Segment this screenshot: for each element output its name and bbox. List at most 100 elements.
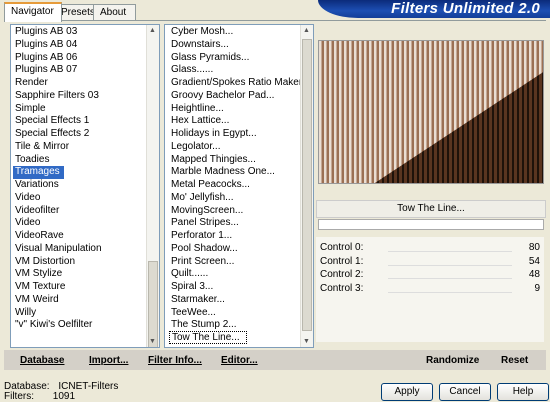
category-scroll-thumb[interactable] <box>148 261 158 347</box>
category-row[interactable]: VM Weird <box>13 293 145 306</box>
filter-item[interactable]: Heightline... <box>169 103 224 114</box>
category-row[interactable]: Willy <box>13 306 145 319</box>
filter-row[interactable]: Glass Pyramids... <box>169 51 297 64</box>
filter-row[interactable]: Tow The Line... <box>169 331 297 344</box>
filter-row[interactable]: Quilt...... <box>169 267 297 280</box>
control-row[interactable]: Control 1: 54 <box>318 256 542 268</box>
filter-list[interactable]: Cyber Mosh... Downstairs... Glass Pyramids… <box>164 24 314 348</box>
import-button[interactable]: Import... <box>89 354 128 368</box>
filter-item[interactable]: Spiral 3... <box>169 281 213 292</box>
control-slider[interactable] <box>388 278 512 279</box>
category-item[interactable]: VM Stylize <box>13 268 62 279</box>
category-row[interactable]: Variations <box>13 178 145 191</box>
category-row[interactable]: Plugins AB 03 <box>13 25 145 38</box>
category-row[interactable]: Plugins AB 04 <box>13 38 145 51</box>
category-row[interactable]: Visual Manipulation <box>13 242 145 255</box>
category-item[interactable]: Plugins AB 07 <box>13 64 77 75</box>
filter-scroll-thumb[interactable] <box>302 39 312 331</box>
category-row[interactable]: Plugins AB 06 <box>13 51 145 64</box>
filter-item[interactable]: The Stump 2... <box>169 319 237 330</box>
category-item[interactable]: "v" Kiwi's Oelfilter <box>13 319 92 330</box>
category-item[interactable]: Video <box>13 217 40 228</box>
category-row[interactable]: Video <box>13 191 145 204</box>
category-row[interactable]: Sapphire Filters 03 <box>13 89 145 102</box>
reset-button[interactable]: Reset <box>501 354 528 368</box>
editor-button[interactable]: Editor... <box>221 354 258 368</box>
filter-row[interactable]: Panel Stripes... <box>169 216 297 229</box>
control-row[interactable]: Control 2: 48 <box>318 269 542 281</box>
filter-item[interactable]: Hex Lattice... <box>169 115 229 126</box>
category-list[interactable]: Plugins AB 03 Plugins AB 04 Plugins AB 06 P… <box>10 24 160 348</box>
filter-row[interactable]: Metal Peacocks... <box>169 178 297 191</box>
control-slider[interactable] <box>388 251 512 252</box>
category-row[interactable]: Render <box>13 76 145 89</box>
filter-item[interactable]: Glass...... <box>169 64 213 75</box>
filter-row[interactable]: Print Screen... <box>169 255 297 268</box>
category-item[interactable]: VM Texture <box>13 281 65 292</box>
category-item[interactable]: Special Effects 2 <box>13 128 89 139</box>
filter-item[interactable]: Perforator 1... <box>169 230 232 241</box>
filter-item[interactable]: Legolator... <box>169 141 220 152</box>
filter-row[interactable]: Perforator 1... <box>169 229 297 242</box>
filter-row[interactable]: Starmaker... <box>169 293 297 306</box>
control-slider[interactable] <box>388 264 512 266</box>
filter-item[interactable]: Marble Madness One... <box>169 166 275 177</box>
category-item[interactable]: Toadies <box>13 154 49 165</box>
filter-item[interactable]: Groovy Bachelor Pad... <box>169 90 274 101</box>
category-item[interactable]: Special Effects 1 <box>13 115 89 126</box>
scroll-down-icon[interactable]: ▼ <box>149 338 156 345</box>
category-row[interactable]: Special Effects 1 <box>13 114 145 127</box>
category-item[interactable]: Videofilter <box>13 205 59 216</box>
filter-row[interactable]: TeeWee... <box>169 306 297 319</box>
control-value[interactable]: 80 <box>529 242 540 254</box>
help-button[interactable]: Help <box>497 383 549 401</box>
filter-row[interactable]: Marble Madness One... <box>169 165 297 178</box>
category-row[interactable]: VM Texture <box>13 280 145 293</box>
category-item[interactable]: VM Weird <box>13 294 59 305</box>
cancel-button[interactable]: Cancel <box>439 383 491 401</box>
filter-row[interactable]: Heightline... <box>169 102 297 115</box>
scroll-up-icon[interactable]: ▲ <box>149 27 156 34</box>
tab-about[interactable]: About <box>93 4 136 20</box>
category-row[interactable]: Video <box>13 216 145 229</box>
filter-item[interactable]: Print Screen... <box>169 256 234 267</box>
category-item[interactable]: Plugins AB 04 <box>13 39 77 50</box>
filter-item[interactable]: Panel Stripes... <box>169 217 239 228</box>
category-item[interactable]: Sapphire Filters 03 <box>13 90 99 101</box>
filter-row[interactable]: Downstairs... <box>169 38 297 51</box>
category-row[interactable]: Toadies <box>13 153 145 166</box>
category-row[interactable]: Simple <box>13 102 145 115</box>
tab-navigator[interactable]: Navigator <box>4 2 62 22</box>
filter-item[interactable]: Mo' Jellyfish... <box>169 192 233 203</box>
category-item[interactable]: Tile & Mirror <box>13 141 69 152</box>
filter-item[interactable]: Quilt...... <box>169 268 208 279</box>
category-item[interactable]: Visual Manipulation <box>13 243 102 254</box>
category-row[interactable]: VM Distortion <box>13 255 145 268</box>
category-item[interactable]: Variations <box>13 179 59 190</box>
category-item[interactable]: Render <box>13 77 48 88</box>
filter-item[interactable]: Glass Pyramids... <box>169 52 249 63</box>
scroll-up-icon[interactable]: ▲ <box>303 27 310 34</box>
control-row[interactable]: Control 3: 9 <box>318 283 542 295</box>
filter-row[interactable]: Mapped Thingies... <box>169 153 297 166</box>
control-slider[interactable] <box>388 291 512 293</box>
category-item[interactable]: Plugins AB 06 <box>13 52 77 63</box>
scroll-down-icon[interactable]: ▼ <box>303 338 310 345</box>
category-item[interactable]: VM Distortion <box>13 256 75 267</box>
category-row[interactable]: Tile & Mirror <box>13 140 145 153</box>
category-row[interactable]: "v" Kiwi's Oelfilter <box>13 318 145 331</box>
preview-zoom-slider[interactable] <box>318 219 544 230</box>
category-item[interactable]: VideoRave <box>13 230 64 241</box>
filter-row[interactable]: Legolator... <box>169 140 297 153</box>
category-item[interactable]: Video <box>13 192 40 203</box>
category-item[interactable]: Willy <box>13 307 36 318</box>
filter-item[interactable]: Downstairs... <box>169 39 229 50</box>
filter-row[interactable]: Groovy Bachelor Pad... <box>169 89 297 102</box>
randomize-button[interactable]: Randomize <box>426 354 479 368</box>
category-row[interactable]: VM Stylize <box>13 267 145 280</box>
filter-scrollbar[interactable]: ▲ ▼ <box>300 25 313 347</box>
filter-row[interactable]: Mo' Jellyfish... <box>169 191 297 204</box>
filter-row[interactable]: The Stump 2... <box>169 318 297 331</box>
filter-row[interactable]: Pool Shadow... <box>169 242 297 255</box>
filter-item[interactable]: Mapped Thingies... <box>169 154 256 165</box>
